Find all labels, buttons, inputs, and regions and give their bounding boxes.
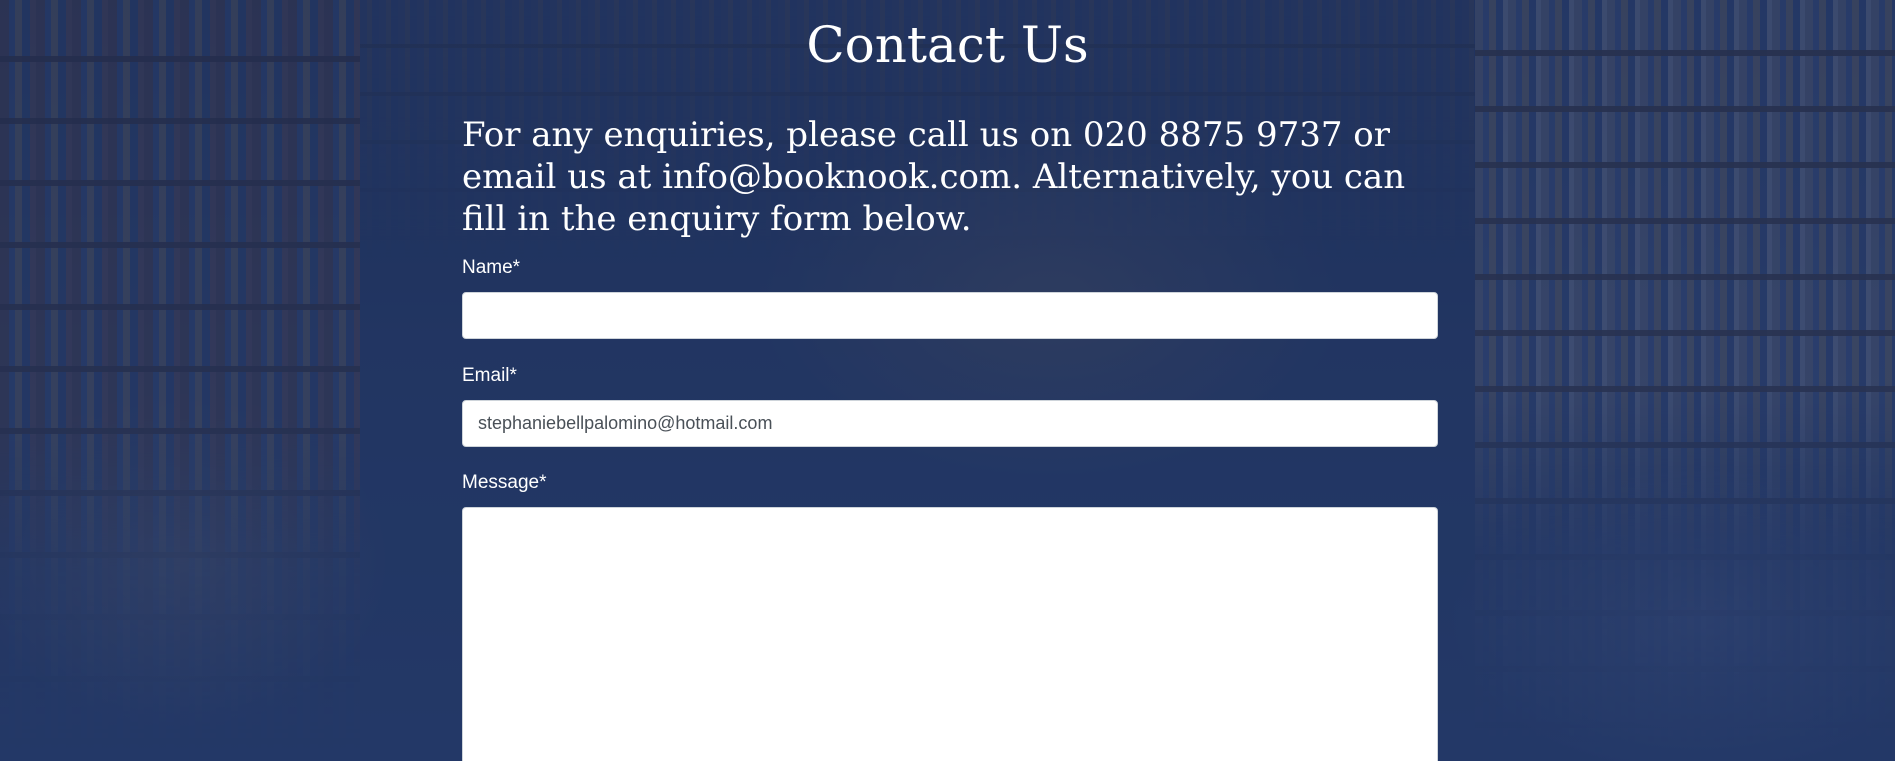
name-label: Name*	[462, 257, 521, 278]
contact-section: Contact Us For any enquiries, please cal…	[0, 0, 1895, 761]
message-textarea[interactable]	[462, 507, 1438, 761]
contact-intro-text: For any enquiries, please call us on 020…	[462, 115, 1406, 239]
email-label: Email*	[462, 365, 517, 386]
message-label: Message*	[462, 472, 547, 493]
name-input[interactable]	[462, 292, 1438, 339]
page-title: Contact Us	[806, 16, 1089, 74]
email-input[interactable]	[462, 400, 1438, 447]
